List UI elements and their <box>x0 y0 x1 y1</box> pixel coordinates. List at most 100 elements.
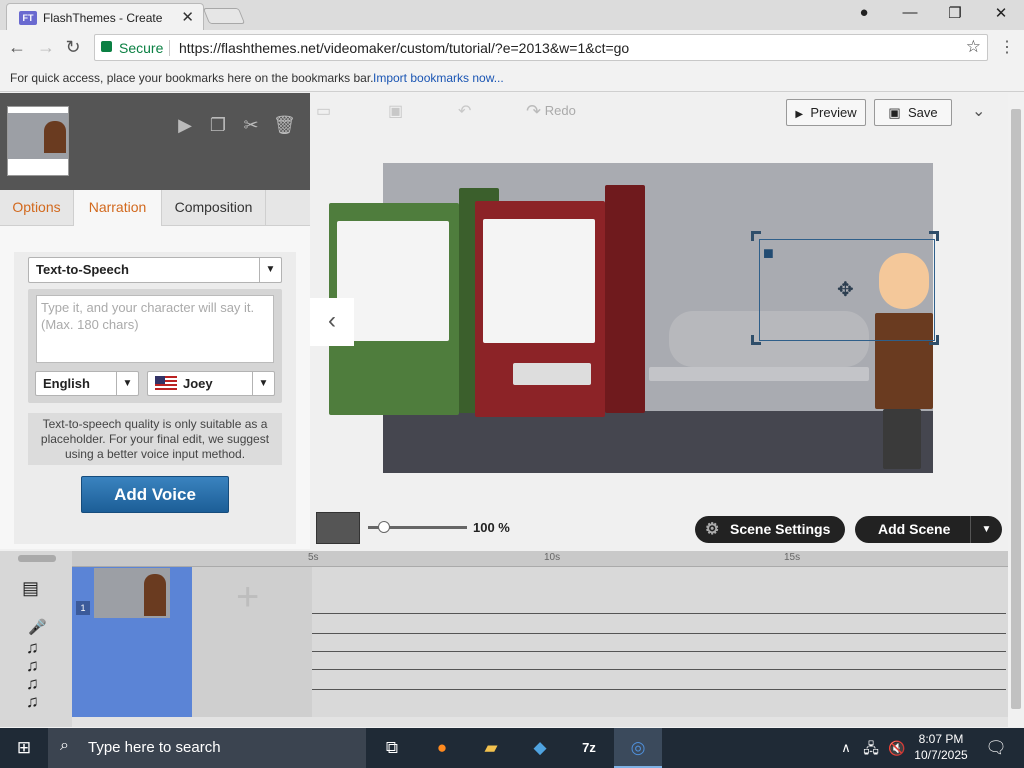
bench-seat <box>649 367 869 381</box>
secure-label: Secure <box>119 40 164 56</box>
chrome-icon[interactable]: ◎ <box>614 728 662 768</box>
tts-text-input[interactable]: Type it, and your character will say it.… <box>36 295 274 363</box>
maximize-button[interactable]: ❐ <box>935 4 975 22</box>
file-explorer-icon[interactable]: ▰ <box>467 728 515 768</box>
move-icon[interactable]: ✥ <box>837 277 854 302</box>
url-text[interactable]: https://flashthemes.net/videomaker/custo… <box>179 40 629 56</box>
tab-title: FlashThemes - Create <box>43 11 163 25</box>
timeline-scene-1[interactable]: 1 <box>72 567 192 717</box>
add-scene-slot[interactable]: + <box>192 567 312 717</box>
ruler-mark: 10s <box>544 552 561 563</box>
clock[interactable]: 8:07 PM 10/7/2025 <box>910 731 972 763</box>
tab-options[interactable]: Options <box>0 190 74 226</box>
notifications-icon[interactable]: 🗨 <box>976 728 1016 768</box>
track-divider <box>312 613 1006 614</box>
chevron-down-icon[interactable]: ⌄ <box>972 101 985 121</box>
close-tab-icon[interactable]: ✕ <box>181 8 194 26</box>
menu-icon[interactable]: ⋮ <box>996 37 1018 57</box>
fit-stage-icon[interactable] <box>316 512 360 544</box>
address-bar[interactable]: Secure https://flashthemes.net/videomake… <box>94 34 988 61</box>
app-icon[interactable]: ◆ <box>516 728 564 768</box>
add-scene-label: Add Scene <box>878 521 951 537</box>
chevron-down-icon[interactable]: ▼ <box>970 516 1002 543</box>
import-bookmarks-link[interactable]: Import bookmarks now... <box>373 71 504 85</box>
timeline-empty-area <box>312 567 1008 717</box>
resize-handle[interactable] <box>751 335 761 345</box>
timeline-track-labels: ▤ 🎤 ♫ ♫ ♫ ♫ <box>0 551 72 727</box>
paste-icon[interactable]: ▣ <box>388 101 403 121</box>
collapse-panel-button[interactable]: ‹ <box>310 298 354 346</box>
play-scene-icon[interactable]: ▶ <box>174 115 196 137</box>
page-scrollbar[interactable] <box>1008 93 1024 727</box>
copy-icon[interactable]: ▭ <box>316 101 331 121</box>
back-icon[interactable]: ← <box>6 37 28 58</box>
resize-handle[interactable] <box>929 231 939 241</box>
gear-icon: ⚙ <box>705 521 720 538</box>
close-window-button[interactable]: ✕ <box>981 4 1021 22</box>
forward-icon[interactable]: → <box>35 37 57 58</box>
language-select[interactable]: English ▼ <box>35 371 139 396</box>
voice-select[interactable]: Joey ▼ <box>147 371 275 396</box>
delete-icon[interactable]: 🗑 <box>273 115 296 137</box>
cut-icon[interactable]: ✂ <box>240 115 262 137</box>
search-icon: ⌕ <box>60 737 69 754</box>
scene-settings-button[interactable]: ⚙ Scene Settings <box>695 516 845 543</box>
chevron-up-icon[interactable]: ∧ <box>834 728 858 768</box>
new-tab-button[interactable] <box>202 8 246 24</box>
zoom-slider-knob[interactable] <box>378 521 390 533</box>
timeline-ruler[interactable]: 5s 10s 15s <box>72 551 1008 567</box>
save-button[interactable]: ▣ Save <box>874 99 952 126</box>
resize-handle[interactable] <box>929 335 939 345</box>
voice-method-select[interactable]: Text-to-Speech ▼ <box>28 257 282 283</box>
7zip-icon[interactable]: 7z <box>565 728 613 768</box>
network-icon[interactable]: 🖧 <box>858 728 884 768</box>
minimize-button[interactable]: — <box>890 4 930 21</box>
video-maker-app: ▭ ▣ ↶ ↷ Redo ▶ Preview ▣ Save ⌄ ■ ✥ ▶ ❐ … <box>0 93 1008 727</box>
redo-button[interactable]: ↷ Redo <box>526 101 576 122</box>
ruler-mark: 5s <box>308 552 319 563</box>
browser-tab[interactable]: FT FlashThemes - Create ✕ <box>6 3 204 30</box>
chevron-left-icon: ‹ <box>328 307 336 334</box>
track-divider <box>312 669 1006 670</box>
narration-card: Text-to-Speech ▼ Type it, and your chara… <box>14 252 296 544</box>
lock-icon <box>101 41 112 52</box>
chevron-down-icon: ▼ <box>116 372 138 395</box>
vending-machine-side <box>605 185 645 413</box>
tab-narration[interactable]: Narration <box>74 190 162 227</box>
add-voice-button[interactable]: Add Voice <box>81 476 229 513</box>
divider <box>169 40 170 56</box>
firefox-icon[interactable]: ● <box>418 728 466 768</box>
preview-label: Preview <box>810 105 857 120</box>
reload-icon[interactable]: ↻ <box>62 37 84 58</box>
music-icon: ♫ <box>26 692 39 711</box>
bookmark-star-icon[interactable]: ☆ <box>966 37 981 57</box>
track-divider <box>312 633 1006 634</box>
scene-thumbnail[interactable] <box>7 106 69 176</box>
play-icon: ▶ <box>795 109 804 120</box>
undo-icon[interactable]: ↶ <box>458 101 471 121</box>
tts-box: Type it, and your character will say it.… <box>28 289 282 403</box>
chevron-down-icon: ▼ <box>252 372 274 395</box>
film-icon: ▤ <box>22 578 40 598</box>
zoom-value: 100 % <box>473 520 510 535</box>
track-divider <box>312 651 1006 652</box>
music-icon: ♫ <box>26 656 39 675</box>
plus-icon: + <box>236 575 260 619</box>
preview-button[interactable]: ▶ Preview <box>786 99 866 126</box>
bookmarks-bar: For quick access, place your bookmarks h… <box>0 66 1024 92</box>
resize-handle[interactable] <box>751 231 761 241</box>
task-view-icon[interactable]: ⧉ <box>368 728 416 768</box>
timeline-zoom-icon[interactable] <box>18 555 56 562</box>
search-placeholder: Type here to search <box>88 739 221 756</box>
tab-composition[interactable]: Composition <box>162 190 266 226</box>
scrollbar-thumb[interactable] <box>1011 109 1021 709</box>
add-scene-button[interactable]: Add Scene ▼ <box>855 516 1002 543</box>
taskbar-search[interactable]: ⌕ Type here to search <box>48 728 366 768</box>
profile-icon[interactable]: ● <box>844 4 884 21</box>
windows-start-icon[interactable]: ⊞ <box>0 728 48 768</box>
volume-muted-icon[interactable]: 🔇 <box>884 728 910 768</box>
scene-stage[interactable]: ■ ✥ <box>329 163 939 473</box>
camera-icon: ■ <box>763 243 774 263</box>
duplicate-icon[interactable]: ❐ <box>207 115 229 137</box>
redo-icon: ↷ <box>526 101 542 121</box>
